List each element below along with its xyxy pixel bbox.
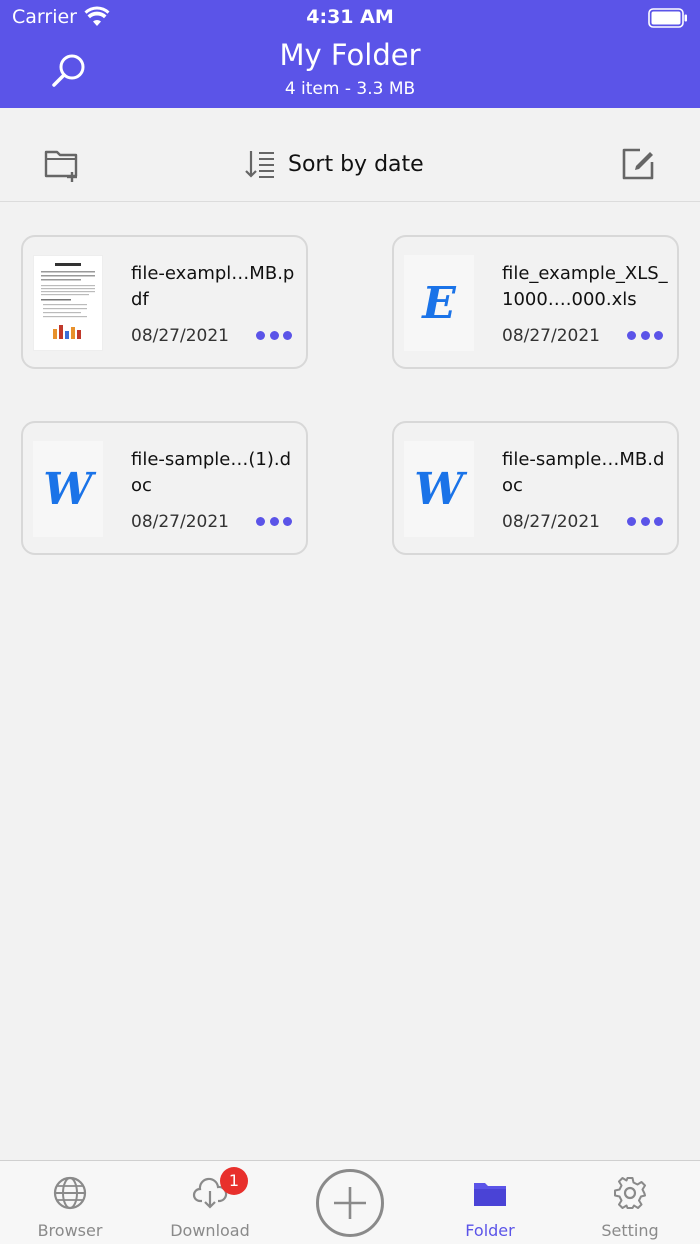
more-options-button[interactable] [627,331,663,343]
tab-label: Folder [465,1221,515,1240]
tab-bar: Browser 1 Download Folder Setting [0,1160,700,1244]
file-date: 08/27/2021 [131,326,229,346]
file-name: file-exampl…MB.pdf [131,263,295,310]
sort-icon [245,151,274,178]
folder-icon [474,1183,506,1206]
download-badge: 1 [220,1167,248,1195]
file-card[interactable]: W file-sample…(1).doc 08/27/2021 [21,421,308,555]
tab-label: Browser [37,1221,103,1240]
edit-icon [622,148,654,180]
battery-icon [648,8,687,28]
page-title: My Folder [279,38,421,72]
folder-summary: 4 item - 3.3 MB [284,79,416,99]
tab-setting[interactable]: Setting [560,1161,700,1244]
globe-icon [53,1176,87,1210]
file-card[interactable]: W file-sample…MB.doc 08/27/2021 [392,421,679,555]
more-options-button[interactable] [627,517,663,529]
tab-label: Setting [601,1221,659,1240]
clock: 4:31 AM [306,6,394,28]
tab-label: Download [170,1221,250,1240]
pdf-thumbnail [33,255,103,351]
new-folder-button[interactable] [42,144,82,184]
more-options-button[interactable] [256,331,292,343]
file-date: 08/27/2021 [131,512,229,532]
add-button[interactable] [316,1169,384,1237]
word-thumbnail: W [404,441,474,537]
word-icon: W [43,463,93,515]
file-card[interactable]: file-exampl…MB.pdf 08/27/2021 [21,235,308,369]
file-name: file-sample…MB.doc [502,449,665,496]
more-options-button[interactable] [256,517,292,529]
excel-icon: E [422,277,456,329]
sort-button[interactable]: Sort by date [244,144,424,184]
file-name: file-sample…(1).doc [131,449,291,496]
excel-thumbnail: E [404,255,474,351]
tab-folder[interactable]: Folder [420,1161,560,1244]
file-date: 08/27/2021 [502,512,600,532]
word-thumbnail: W [33,441,103,537]
edit-button[interactable] [618,144,658,184]
status-bar: Carrier 4:31 AM [0,0,700,36]
file-date: 08/27/2021 [502,326,600,346]
file-card[interactable]: E file_example_XLS_1000….000.xls 08/27/2… [392,235,679,369]
pdf-preview-icon [41,263,95,339]
header: Carrier 4:31 AM My Folder 4 item - 3.3 M… [0,0,700,108]
file-name: file_example_XLS_1000….000.xls [502,263,668,310]
toolbar: Sort by date [0,108,700,202]
word-icon: W [414,463,464,515]
tab-browser[interactable]: Browser [0,1161,140,1244]
gear-icon [614,1177,646,1209]
new-folder-icon [44,150,78,182]
add-icon [334,1187,366,1219]
tab-download[interactable]: 1 Download [140,1161,280,1244]
sort-label: Sort by date [288,151,424,177]
